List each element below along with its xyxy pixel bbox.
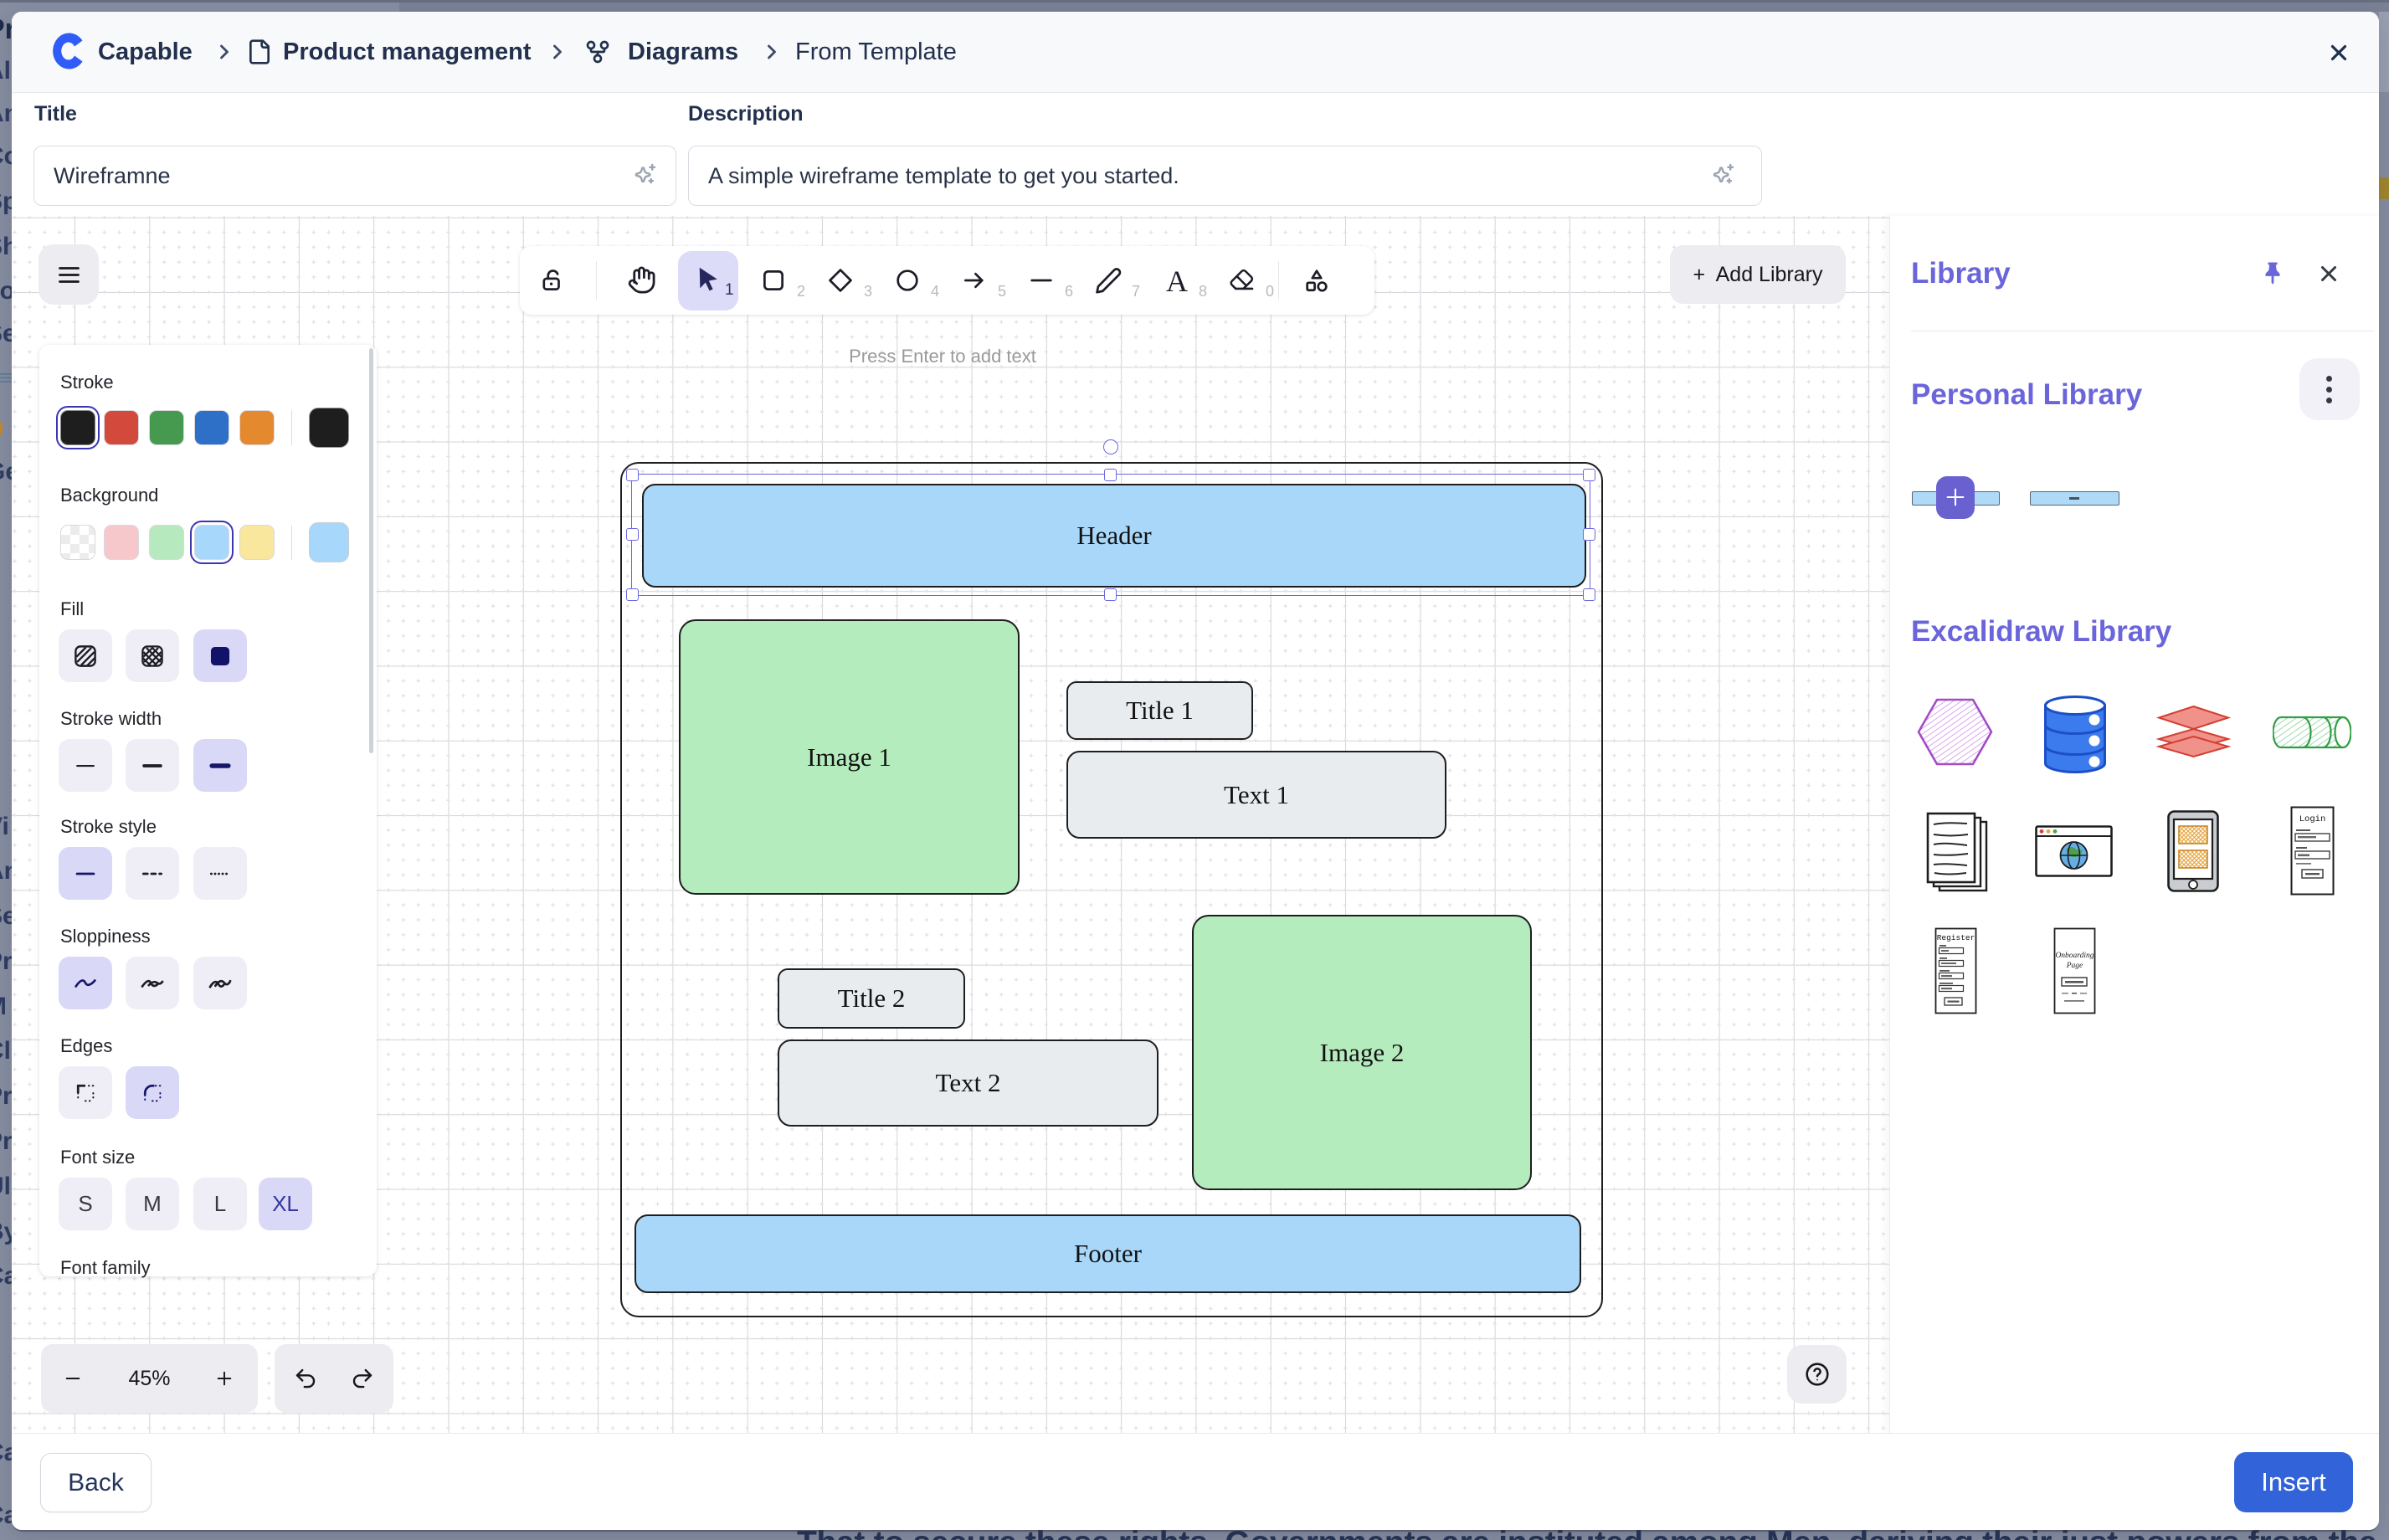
svg-text:Register: Register bbox=[1937, 933, 1975, 942]
svg-text:Login: Login bbox=[2299, 814, 2326, 824]
svg-text:Onboarding: Onboarding bbox=[2055, 952, 2094, 960]
svg-text:Page: Page bbox=[2066, 962, 2083, 970]
